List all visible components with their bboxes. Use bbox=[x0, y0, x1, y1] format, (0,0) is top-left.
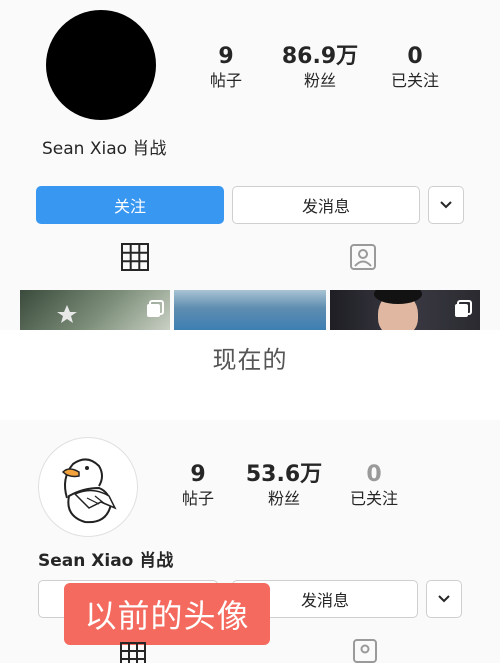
stat-posts[interactable]: 9 帖子 bbox=[198, 44, 254, 92]
stat-following-label: 已关注 bbox=[390, 71, 439, 90]
prev-stat-following-label: 已关注 bbox=[349, 489, 398, 508]
star-shape bbox=[57, 305, 77, 323]
post-thumbnail-1[interactable] bbox=[20, 290, 170, 330]
follow-button[interactable]: 关注 bbox=[36, 186, 224, 224]
prev-suggest-dropdown-button[interactable] bbox=[426, 580, 462, 618]
post-thumbnail-2[interactable] bbox=[174, 290, 326, 330]
stat-followers-value: 86.9万 bbox=[281, 44, 359, 69]
stat-followers[interactable]: 86.9万 粉丝 bbox=[270, 44, 370, 92]
prev-stat-posts[interactable]: 9 帖子 bbox=[170, 462, 226, 510]
stat-followers-label: 粉丝 bbox=[303, 71, 336, 90]
previous-avatar-caption: 以前的头像 bbox=[64, 583, 270, 645]
avatar[interactable] bbox=[46, 10, 156, 120]
prev-grid-icon[interactable] bbox=[120, 642, 146, 663]
tagged-icon[interactable] bbox=[348, 242, 378, 272]
prev-stat-followers-value: 53.6万 bbox=[245, 462, 323, 487]
stat-posts-label: 帖子 bbox=[209, 71, 242, 90]
prev-tagged-icon[interactable] bbox=[352, 638, 378, 663]
duck-illustration bbox=[61, 458, 117, 524]
message-button[interactable]: 发消息 bbox=[232, 186, 420, 224]
suggest-dropdown-button[interactable] bbox=[428, 186, 464, 224]
multi-photo-icon bbox=[455, 300, 472, 317]
stat-following[interactable]: 0 已关注 bbox=[380, 44, 450, 92]
prev-stat-following[interactable]: 0 已关注 bbox=[338, 462, 410, 510]
current-profile-panel: 9 帖子 86.9万 粉丝 0 已关注 Sean Xiao 肖战 关注 发消息 bbox=[0, 0, 500, 330]
multi-photo-icon bbox=[147, 300, 164, 317]
post-thumbnail-3[interactable] bbox=[330, 290, 480, 330]
duck-avatar[interactable] bbox=[38, 437, 138, 537]
chevron-down-icon bbox=[440, 201, 452, 209]
stat-following-value: 0 bbox=[407, 44, 423, 69]
chevron-down-icon bbox=[438, 595, 450, 603]
prev-stat-following-value: 0 bbox=[366, 462, 382, 487]
prev-stat-followers-label: 粉丝 bbox=[267, 489, 300, 508]
username: Sean Xiao 肖战 bbox=[42, 139, 167, 159]
grid-icon[interactable] bbox=[120, 242, 150, 272]
prev-stat-followers[interactable]: 53.6万 粉丝 bbox=[236, 462, 332, 510]
stat-posts-value: 9 bbox=[218, 44, 234, 69]
prev-username: Sean Xiao 肖战 bbox=[38, 551, 174, 571]
prev-stat-posts-label: 帖子 bbox=[181, 489, 214, 508]
prev-stat-posts-value: 9 bbox=[190, 462, 206, 487]
caption-current: 现在的 bbox=[212, 346, 288, 374]
